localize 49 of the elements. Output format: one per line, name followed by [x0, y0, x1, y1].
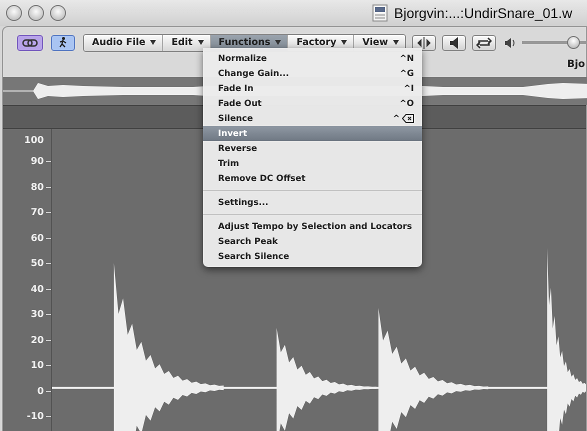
menu-item[interactable]: Trim — [203, 156, 422, 171]
menu-item[interactable]: Normalize ^N — [203, 51, 422, 66]
amplitude-label: 30 — [30, 309, 44, 320]
amplitude-label: 40 — [30, 284, 44, 295]
volume-icon — [504, 36, 516, 49]
amplitude-label: 0 — [37, 386, 44, 397]
loop-icon — [476, 36, 492, 49]
speaker-button[interactable] — [442, 34, 466, 51]
amplitude-label: 50 — [30, 258, 44, 270]
shortcut-label: ^ — [392, 114, 400, 124]
amplitude-label: 70 — [30, 207, 44, 218]
menu-item[interactable]: Settings... — [203, 195, 422, 210]
menu-item[interactable]: Search Peak — [203, 234, 422, 249]
link-icon — [22, 38, 38, 48]
window-title: Bjorgvin:...:UndirSnare_01.w — [394, 5, 572, 21]
amplitude-label: 100 — [24, 134, 44, 146]
shortcut-label: ^N — [400, 54, 414, 64]
menu-item[interactable]: Adjust Tempo by Selection and Locators — [203, 219, 422, 234]
shortcut-label: ^G — [400, 68, 414, 78]
menu-item[interactable]: Reverse — [203, 141, 422, 156]
menu-item[interactable]: Change Gain... ^G — [203, 66, 422, 81]
split-button[interactable] — [412, 34, 436, 51]
menu-button[interactable]: Audio File — [84, 34, 164, 51]
menu-item[interactable]: Search Silence — [203, 249, 422, 264]
document-icon — [372, 4, 388, 22]
amplitude-label: 90 — [30, 156, 44, 168]
walking-figure-icon — [59, 37, 67, 48]
shortcut-label: ^O — [399, 98, 414, 108]
shortcut-label: ^I — [404, 84, 414, 94]
amplitude-label: 60 — [30, 232, 44, 244]
slider-thumb[interactable] — [567, 36, 580, 50]
menu-item[interactable]: Fade Out ^O — [203, 96, 422, 111]
link-button[interactable] — [17, 34, 43, 51]
loop-button[interactable] — [472, 34, 496, 51]
zoom-button[interactable] — [50, 5, 66, 21]
speaker-icon — [448, 36, 460, 49]
amplitude-label: -10 — [26, 411, 44, 422]
menu-item[interactable]: Silence ^ — [203, 111, 422, 126]
minimize-button[interactable] — [28, 5, 44, 21]
amplitude-label: 20 — [30, 334, 44, 346]
amplitude-label: 80 — [30, 182, 44, 193]
amplitude-label: 10 — [30, 360, 44, 372]
menu-item[interactable]: Remove DC Offset — [203, 171, 422, 186]
menu-item[interactable]: Invert — [203, 126, 422, 141]
split-icon — [417, 36, 432, 49]
menu-button[interactable]: Edit — [163, 34, 211, 51]
file-name: Bjo — [567, 59, 585, 70]
close-button[interactable] — [6, 5, 22, 21]
catch-button[interactable] — [51, 34, 75, 51]
